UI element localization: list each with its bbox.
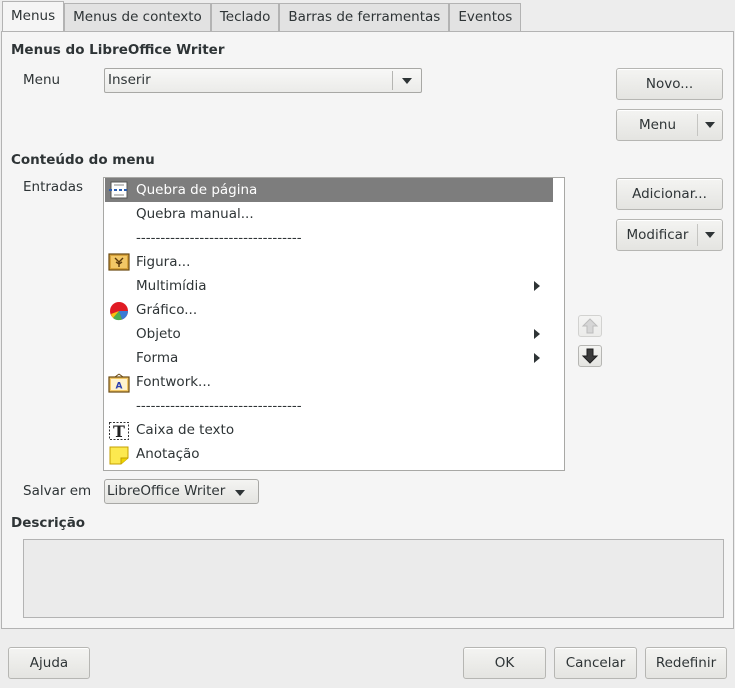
list-item-label: Fontwork... (136, 374, 211, 390)
content-heading: Conteúdo do menu (11, 152, 155, 168)
menu-label: Menu (23, 72, 61, 88)
list-item[interactable]: ---------------------------------- (105, 226, 553, 250)
description-box (23, 539, 724, 618)
image-icon (108, 253, 130, 271)
entries-list[interactable]: Quebra de página Quebra manual... ------… (103, 177, 565, 471)
arrow-up-icon (581, 318, 599, 334)
submenu-arrow-icon (534, 329, 540, 339)
chevron-down-icon (235, 490, 245, 496)
list-item[interactable]: T Caixa de texto (105, 418, 553, 442)
list-item[interactable]: Anotação (105, 442, 553, 466)
ok-button[interactable]: OK (463, 647, 546, 679)
list-item-label: Gráfico... (136, 302, 198, 318)
save-in-label: Salvar em (23, 483, 92, 499)
save-in-select[interactable]: LibreOffice Writer (104, 479, 259, 504)
list-item-label: Quebra manual... (136, 206, 254, 222)
list-item[interactable]: Quebra manual... (105, 202, 553, 226)
text-box-icon: T (108, 421, 129, 441)
list-item-label: Forma (136, 350, 179, 366)
move-up-button[interactable] (578, 315, 602, 337)
page-break-icon (108, 181, 129, 199)
svg-text:A: A (116, 382, 123, 392)
add-button[interactable]: Adicionar... (616, 178, 723, 210)
list-item[interactable]: A Fontwork... (105, 370, 553, 394)
submenu-arrow-icon (534, 281, 540, 291)
move-down-button[interactable] (578, 345, 602, 367)
list-item-label: Figura... (136, 254, 191, 270)
menu-button-label: Menu (638, 117, 677, 133)
list-item-label: Multimídia (136, 278, 207, 294)
menu-select-value: Inserir (108, 72, 151, 88)
menu-select[interactable]: Inserir (104, 68, 422, 93)
list-item[interactable]: Figura... (105, 250, 553, 274)
save-in-value: LibreOffice Writer (107, 483, 226, 499)
list-item-label: Objeto (136, 326, 181, 342)
modify-button[interactable]: Modificar (616, 219, 723, 251)
list-item-label: Quebra de página (136, 182, 258, 198)
tab-keyboard[interactable]: Teclado (210, 3, 280, 32)
tab-context-menus[interactable]: Menus de contexto (64, 3, 211, 32)
list-item-label: Anotação (136, 446, 200, 462)
list-item[interactable]: ---------------------------------- (105, 394, 553, 418)
menus-heading: Menus do LibreOffice Writer (11, 42, 225, 58)
note-icon (108, 445, 129, 465)
fontwork-icon: A (108, 373, 130, 393)
help-button[interactable]: Ajuda (8, 647, 90, 679)
list-item-label: ---------------------------------- (136, 230, 302, 246)
modify-button-label: Modificar (626, 227, 689, 243)
list-item[interactable]: Quebra de página (105, 178, 553, 202)
menu-button[interactable]: Menu (616, 109, 723, 141)
tab-menus[interactable]: Menus (2, 1, 65, 32)
tab-bar: Menus Menus de contexto Teclado Barras d… (2, 1, 522, 32)
svg-text:T: T (113, 422, 125, 441)
arrow-down-icon (581, 348, 599, 364)
tab-events[interactable]: Eventos (449, 3, 522, 32)
list-item[interactable]: Forma (105, 346, 553, 370)
chevron-down-icon (705, 122, 715, 128)
submenu-arrow-icon (534, 353, 540, 363)
combo-separator (392, 71, 393, 90)
chevron-down-icon (705, 232, 715, 238)
list-item[interactable]: Gráfico... (105, 298, 553, 322)
chevron-down-icon (402, 78, 412, 84)
list-item-label: Caixa de texto (136, 422, 235, 438)
menu-button-dropdown[interactable] (698, 110, 722, 140)
pie-chart-icon (108, 301, 129, 321)
cancel-button[interactable]: Cancelar (554, 647, 637, 679)
list-item[interactable]: Objeto (105, 322, 553, 346)
reset-button[interactable]: Redefinir (645, 647, 727, 679)
description-heading: Descrição (11, 515, 86, 531)
list-item-label: ---------------------------------- (136, 398, 302, 414)
entries-label: Entradas (23, 179, 84, 195)
modify-button-dropdown[interactable] (698, 220, 722, 250)
new-button[interactable]: Novo... (616, 68, 723, 100)
list-item[interactable]: Multimídia (105, 274, 553, 298)
tab-toolbars[interactable]: Barras de ferramentas (279, 3, 450, 32)
